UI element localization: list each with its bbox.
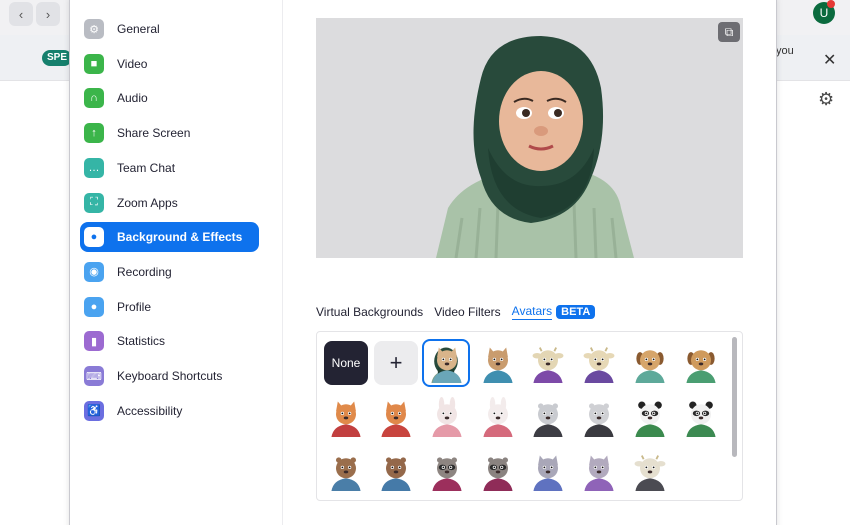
gear-icon[interactable]: ⚙ xyxy=(818,89,834,110)
headphones-icon: ∩ xyxy=(84,88,104,109)
avatar-cat-brown[interactable] xyxy=(476,341,520,385)
beta-badge: BETA xyxy=(556,305,596,319)
avatar-cow-dark[interactable] xyxy=(628,449,672,493)
sidebar-item-background-effects[interactable]: ● Background & Effects xyxy=(80,222,259,253)
accessibility-icon: ♿ xyxy=(84,400,104,421)
sidebar-item-label: Recording xyxy=(117,264,172,279)
background-you-label: you xyxy=(776,45,794,57)
tab-avatars[interactable]: Avatars xyxy=(511,304,553,320)
fox-avatar-icon xyxy=(381,401,411,437)
sidebar-item-label: Statistics xyxy=(117,334,166,349)
seal-avatar-icon xyxy=(584,403,614,437)
avatar-fox[interactable] xyxy=(324,395,368,439)
sidebar-item-label: Zoom Apps xyxy=(117,195,178,210)
cow-avatar-icon xyxy=(583,347,615,383)
apps-icon: ⛶ xyxy=(84,192,104,213)
sidebar-item-label: Background & Effects xyxy=(117,230,243,245)
forward-arrow-icon[interactable]: › xyxy=(36,2,60,26)
fox-avatar-icon xyxy=(331,401,361,437)
tab-video-filters[interactable]: Video Filters xyxy=(434,305,500,319)
sidebar-item-label: General xyxy=(117,22,160,36)
sidebar-item-accessibility[interactable]: ♿ Accessibility xyxy=(80,396,259,426)
avatar-seal-2[interactable] xyxy=(577,395,621,439)
avatar-cat-tan[interactable] xyxy=(425,341,469,385)
avatar-otter-2[interactable] xyxy=(374,449,418,493)
otter-avatar-icon xyxy=(381,457,411,491)
cat-avatar-icon xyxy=(432,347,462,383)
avatar-panda[interactable] xyxy=(628,395,672,439)
tab-virtual-backgrounds[interactable]: Virtual Backgrounds xyxy=(316,305,423,319)
rabbit-avatar-icon xyxy=(483,397,513,437)
sidebar-item-video[interactable]: ■ Video xyxy=(80,49,259,79)
person-frame-icon: ● xyxy=(84,227,104,248)
avatar-rabbit-pink[interactable] xyxy=(425,395,469,439)
sidebar-item-recording[interactable]: ◉ Recording xyxy=(80,257,259,287)
sidebar-item-label: Team Chat xyxy=(117,160,176,175)
avatar-cow[interactable] xyxy=(526,341,570,385)
sidebar-item-statistics[interactable]: ▮ Statistics xyxy=(80,326,259,356)
background-chip: SPE xyxy=(42,50,73,66)
avatar-dog-golden[interactable] xyxy=(628,341,672,385)
avatar-seal[interactable] xyxy=(526,395,570,439)
rabbit-avatar-icon xyxy=(432,397,462,437)
avatar-cow-2[interactable] xyxy=(577,341,621,385)
avatar-fox-2[interactable] xyxy=(374,395,418,439)
avatar-raccoon[interactable] xyxy=(425,449,469,493)
avatar-none-button[interactable]: None xyxy=(324,341,368,385)
add-avatar-button[interactable]: + xyxy=(374,341,418,385)
sidebar-item-team-chat[interactable]: … Team Chat xyxy=(80,153,259,183)
sidebar-item-share-screen[interactable]: ↑ Share Screen xyxy=(80,118,259,148)
record-icon: ◉ xyxy=(84,261,104,282)
sidebar-item-label: Audio xyxy=(117,91,148,106)
sidebar-item-general[interactable]: ⚙ General xyxy=(80,14,259,44)
raccoon-avatar-icon xyxy=(432,457,462,491)
keyboard-icon: ⌨ xyxy=(84,366,104,386)
mirror-video-icon[interactable]: ⧉ xyxy=(718,22,740,42)
panda-avatar-icon xyxy=(635,401,665,437)
effects-tabs: Virtual Backgrounds Video Filters Avatar… xyxy=(316,302,596,322)
avatar-preview-image xyxy=(316,18,743,258)
panda-avatar-icon xyxy=(686,401,716,437)
seal-avatar-icon xyxy=(533,403,563,437)
settings-dialog: ⚙ General ■ Video ∩ Audio ↑ Share Screen … Team C… xyxy=(69,0,777,525)
sidebar-item-keyboard-shortcuts[interactable]: ⌨ Keyboard Shortcuts xyxy=(80,361,259,391)
avatar-cat-grey[interactable] xyxy=(526,449,570,493)
sidebar-item-label: Share Screen xyxy=(117,126,191,141)
avatar-cat-grey-2[interactable] xyxy=(577,449,621,493)
avatar-raccoon-2[interactable] xyxy=(476,449,520,493)
avatar-grid: None + xyxy=(316,331,743,501)
close-icon[interactable]: ✕ xyxy=(823,50,836,70)
cow-avatar-icon xyxy=(634,455,666,491)
sidebar-item-label: Keyboard Shortcuts xyxy=(117,369,223,383)
profile-icon: ● xyxy=(84,296,104,317)
back-arrow-icon[interactable]: ‹ xyxy=(9,2,33,26)
sidebar-item-label: Accessibility xyxy=(117,403,183,418)
sidebar-item-audio[interactable]: ∩ Audio xyxy=(80,83,259,113)
otter-avatar-icon xyxy=(331,457,361,491)
gear-icon: ⚙ xyxy=(84,19,104,39)
sidebar-item-label: Profile xyxy=(117,299,152,314)
dog-avatar-icon xyxy=(635,350,665,383)
sidebar-item-profile[interactable]: ● Profile xyxy=(80,292,259,322)
share-screen-icon: ↑ xyxy=(84,123,104,144)
video-camera-icon: ■ xyxy=(84,53,104,74)
cat-avatar-icon xyxy=(584,455,614,491)
sidebar-item-zoom-apps[interactable]: ⛶ Zoom Apps xyxy=(80,188,259,218)
raccoon-avatar-icon xyxy=(483,457,513,491)
bar-chart-icon: ▮ xyxy=(84,331,104,352)
avatar-panda-2[interactable] xyxy=(679,395,723,439)
avatar-dog-tan[interactable] xyxy=(679,341,723,385)
avatar-otter[interactable] xyxy=(324,449,368,493)
avatar-rabbit-white[interactable] xyxy=(476,395,520,439)
cat-avatar-icon xyxy=(533,455,563,491)
dog-avatar-icon xyxy=(686,350,716,383)
chat-bubble-icon: … xyxy=(84,157,104,178)
cat-avatar-icon xyxy=(483,347,513,383)
settings-sidebar: ⚙ General ■ Video ∩ Audio ↑ Share Screen … Team C… xyxy=(70,0,283,525)
sidebar-item-label: Video xyxy=(117,56,148,71)
cow-avatar-icon xyxy=(532,347,564,383)
video-preview: ⧉ xyxy=(316,18,743,258)
avatar-grid-scrollbar[interactable] xyxy=(732,337,737,457)
notification-dot xyxy=(827,0,835,8)
